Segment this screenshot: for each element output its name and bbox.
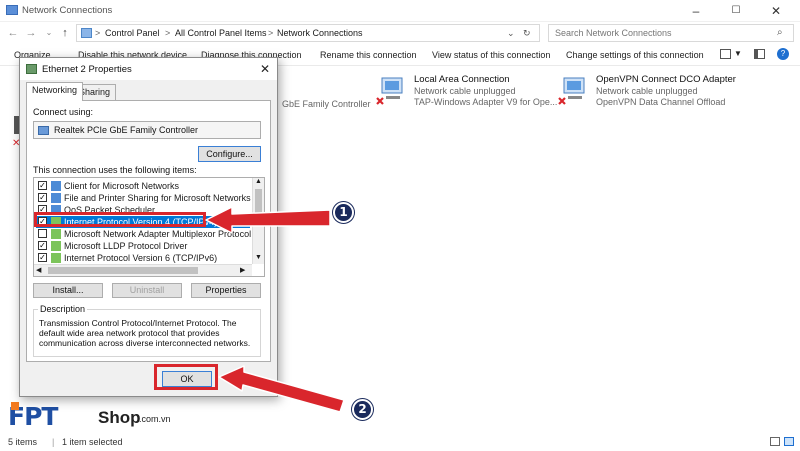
step-badge-1: 1	[333, 202, 354, 223]
step-badge-2: 2	[352, 399, 373, 420]
tab-networking[interactable]: Networking	[26, 82, 84, 101]
arrow-to-ok	[218, 365, 345, 413]
annotation-arrows	[205, 206, 345, 413]
arrow-to-ipv4	[205, 206, 331, 234]
